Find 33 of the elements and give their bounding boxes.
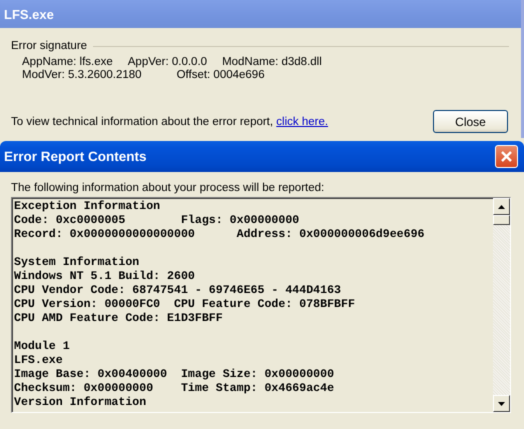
scroll-thumb[interactable] [493, 215, 510, 225]
report-line: Record: 0x0000000000000000 Address: 0x000000006d9ee696 [14, 228, 424, 242]
report-line: Windows NT 5.1 Build: 2600 [14, 270, 195, 284]
report-line: System Information [14, 256, 140, 270]
scrollbar[interactable] [493, 198, 510, 412]
signature-field: Offset: 0004e696 [176, 69, 265, 81]
signature-field: AppVer: 0.0.0.0 [128, 56, 208, 68]
scroll-down-button[interactable] [493, 395, 510, 412]
details-link[interactable]: click here. [276, 116, 328, 128]
close-button[interactable]: Close [433, 110, 508, 133]
intro-text: The following information about your process will be reported: [11, 182, 326, 194]
signature-field: AppName: lfs.exe [22, 56, 113, 68]
group-heading: Error signature [11, 40, 88, 52]
close-icon[interactable] [495, 145, 518, 168]
info-text: To view technical information about the error report, click here. [11, 116, 328, 128]
up-arrow-icon [498, 204, 505, 208]
report-text-area[interactable] [11, 197, 511, 413]
window-title: LFS.exe [4, 6, 54, 22]
report-line: CPU Vendor Code: 68747541 - 69746E65 - 444D4163 [14, 284, 341, 298]
signature-field: ModName: d3d8.dll [222, 56, 322, 68]
report-line: CPU AMD Feature Code: E1D3FBFF [14, 312, 223, 326]
report-line: Image Base: 0x00400000 Image Size: 0x00000000 [14, 368, 334, 382]
report-line: LFS.exe [14, 354, 63, 368]
report-line: Code: 0xc0000005 Flags: 0x00000000 [14, 214, 300, 228]
window-title: Error Report Contents [4, 149, 147, 164]
report-line: CPU Version: 00000FC0 CPU Feature Code: 078BFBFF [14, 298, 355, 312]
report-line: Version Information [14, 396, 146, 410]
report-line: Exception Information [14, 200, 160, 214]
report-line: Checksum: 0x00000000 Time Stamp: 0x4669ac4e [14, 382, 334, 396]
scroll-up-button[interactable] [493, 198, 510, 215]
report-line: Module 1 [14, 340, 70, 354]
signature-field: ModVer: 5.3.2600.2180 [22, 69, 142, 81]
down-arrow-icon [498, 402, 505, 406]
